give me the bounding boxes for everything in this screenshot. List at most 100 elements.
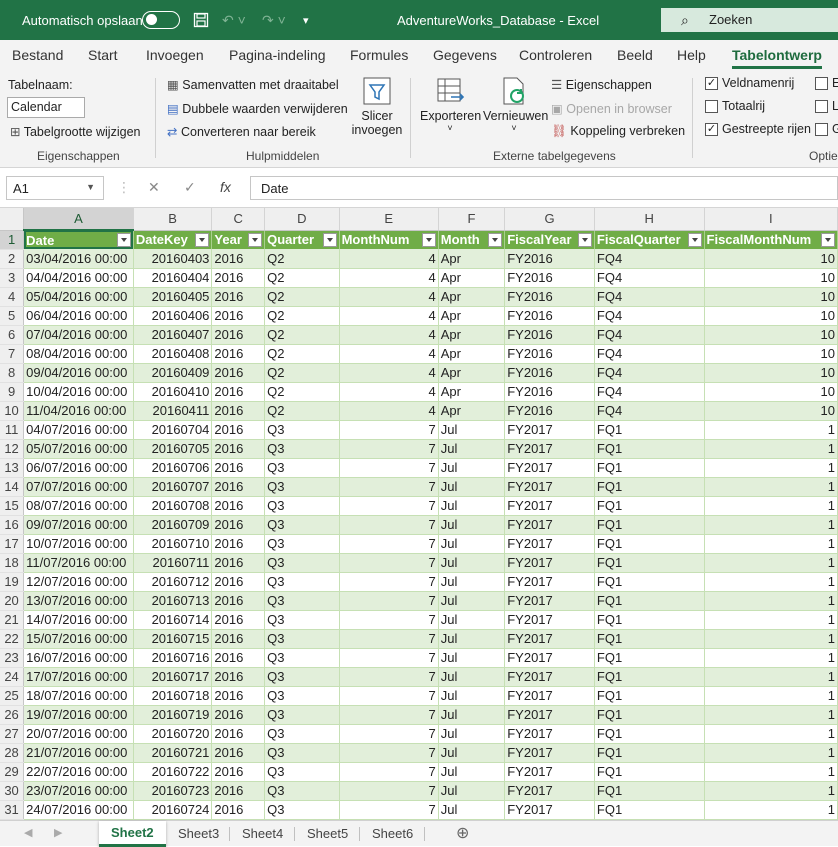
scroll-right-icon[interactable]: ▶ [54, 826, 62, 839]
row-header[interactable]: 27 [0, 724, 25, 744]
cell[interactable]: Apr [438, 325, 506, 345]
tab-beeld[interactable]: Beeld [617, 47, 653, 63]
cell[interactable]: 7 [339, 724, 439, 744]
cell[interactable]: 1 [704, 781, 838, 801]
filter-dropdown-icon[interactable] [421, 232, 436, 247]
tab-help[interactable]: Help [677, 47, 706, 63]
cell[interactable]: FY2017 [504, 648, 595, 668]
cell[interactable]: FQ1 [594, 515, 705, 535]
filter-dropdown-icon[interactable] [195, 232, 210, 247]
cell[interactable]: Q3 [264, 572, 340, 592]
table-header-cell[interactable]: FiscalMonthNum [704, 230, 838, 249]
cell[interactable]: 7 [339, 743, 439, 763]
cell[interactable]: 7 [339, 458, 439, 478]
save-icon[interactable] [193, 12, 209, 31]
cell[interactable]: 10 [704, 306, 838, 326]
cell[interactable]: FY2016 [504, 268, 595, 288]
cell[interactable]: 03/04/2016 00:00 [23, 249, 134, 269]
cell[interactable]: 08/07/2016 00:00 [23, 496, 134, 516]
cell[interactable]: Jul [438, 591, 506, 611]
tablename-input[interactable]: Calendar [7, 97, 85, 118]
cell[interactable]: 20160705 [133, 439, 213, 459]
cell[interactable]: Q3 [264, 743, 340, 763]
cell[interactable]: 10 [704, 401, 838, 421]
cell[interactable]: FQ4 [594, 344, 705, 364]
export-button[interactable]: Exporteren ˅ [420, 76, 481, 133]
cell[interactable]: 10 [704, 249, 838, 269]
cell[interactable]: Jul [438, 572, 506, 592]
cell[interactable]: 20160406 [133, 306, 213, 326]
column-header-i[interactable]: I [704, 208, 838, 231]
cell[interactable]: 12/07/2016 00:00 [23, 572, 134, 592]
cell[interactable]: FQ1 [594, 420, 705, 440]
cell[interactable]: FQ1 [594, 743, 705, 763]
total-row-checkbox[interactable] [705, 100, 718, 113]
table-header-cell[interactable]: Year [211, 230, 266, 249]
cell[interactable]: 2016 [211, 705, 266, 725]
cell[interactable]: Jul [438, 458, 506, 478]
banded-columns-checkbox[interactable] [815, 123, 828, 136]
cell[interactable]: 1 [704, 724, 838, 744]
cell[interactable]: FY2017 [504, 781, 595, 801]
cell[interactable]: FQ4 [594, 325, 705, 345]
column-header-b[interactable]: B [133, 208, 213, 231]
cell[interactable]: 20160704 [133, 420, 213, 440]
cell[interactable]: Q3 [264, 762, 340, 782]
sheet-tab-sheet5[interactable]: Sheet5 [307, 826, 348, 841]
refresh-button[interactable]: Vernieuwen ˅ [483, 76, 548, 133]
cell[interactable]: 2016 [211, 325, 266, 345]
row-header[interactable]: 1 [0, 230, 25, 250]
cell[interactable]: 09/04/2016 00:00 [23, 363, 134, 383]
cell[interactable]: FY2017 [504, 610, 595, 630]
cell[interactable]: 20160404 [133, 268, 213, 288]
cell[interactable]: FY2017 [504, 553, 595, 573]
row-header[interactable]: 31 [0, 800, 25, 820]
cell[interactable]: FY2016 [504, 306, 595, 326]
cell[interactable]: Jul [438, 724, 506, 744]
cell-table[interactable]: ABCDEFGHI 1 Date DateKey Year Quarter MonthNu… [0, 208, 838, 820]
cell[interactable]: 07/04/2016 00:00 [23, 325, 134, 345]
cell[interactable]: 2016 [211, 249, 266, 269]
row-header[interactable]: 20 [0, 591, 25, 611]
cell[interactable]: 20160707 [133, 477, 213, 497]
cell[interactable]: FY2016 [504, 344, 595, 364]
cell[interactable]: Jul [438, 534, 506, 554]
cell[interactable]: Q3 [264, 477, 340, 497]
filter-dropdown-icon[interactable] [577, 232, 592, 247]
cell[interactable]: 14/07/2016 00:00 [23, 610, 134, 630]
cell[interactable]: Q3 [264, 686, 340, 706]
column-header-d[interactable]: D [264, 208, 340, 231]
cell[interactable]: FQ1 [594, 572, 705, 592]
cell[interactable]: 09/07/2016 00:00 [23, 515, 134, 535]
cell[interactable]: Jul [438, 610, 506, 630]
column-header-f[interactable]: F [438, 208, 506, 231]
cell[interactable]: 2016 [211, 515, 266, 535]
cell[interactable]: 1 [704, 477, 838, 497]
cell[interactable]: 1 [704, 667, 838, 687]
cell[interactable]: FQ1 [594, 496, 705, 516]
cell[interactable]: FQ1 [594, 629, 705, 649]
cell[interactable]: 7 [339, 762, 439, 782]
cell[interactable]: FQ1 [594, 724, 705, 744]
cell[interactable]: Q3 [264, 705, 340, 725]
sheet-tab-sheet2[interactable]: Sheet2 [99, 821, 166, 847]
cell[interactable]: 1 [704, 686, 838, 706]
cell[interactable]: 1 [704, 762, 838, 782]
cell[interactable]: 20160718 [133, 686, 213, 706]
cell[interactable]: FY2017 [504, 667, 595, 687]
cell[interactable]: FQ1 [594, 591, 705, 611]
cell[interactable]: 20160713 [133, 591, 213, 611]
cell[interactable]: 08/04/2016 00:00 [23, 344, 134, 364]
cell[interactable]: Q2 [264, 306, 340, 326]
cell[interactable]: Q2 [264, 401, 340, 421]
cell[interactable]: 11/07/2016 00:00 [23, 553, 134, 573]
cell[interactable]: Jul [438, 420, 506, 440]
cell[interactable]: Q3 [264, 610, 340, 630]
cell[interactable]: FY2017 [504, 800, 595, 820]
formula-input[interactable]: Date [250, 176, 838, 200]
cell[interactable]: 4 [339, 249, 439, 269]
insert-function-icon[interactable]: fx [220, 179, 231, 195]
cell[interactable]: Q3 [264, 781, 340, 801]
cell[interactable]: 7 [339, 800, 439, 820]
cell[interactable]: Q2 [264, 249, 340, 269]
